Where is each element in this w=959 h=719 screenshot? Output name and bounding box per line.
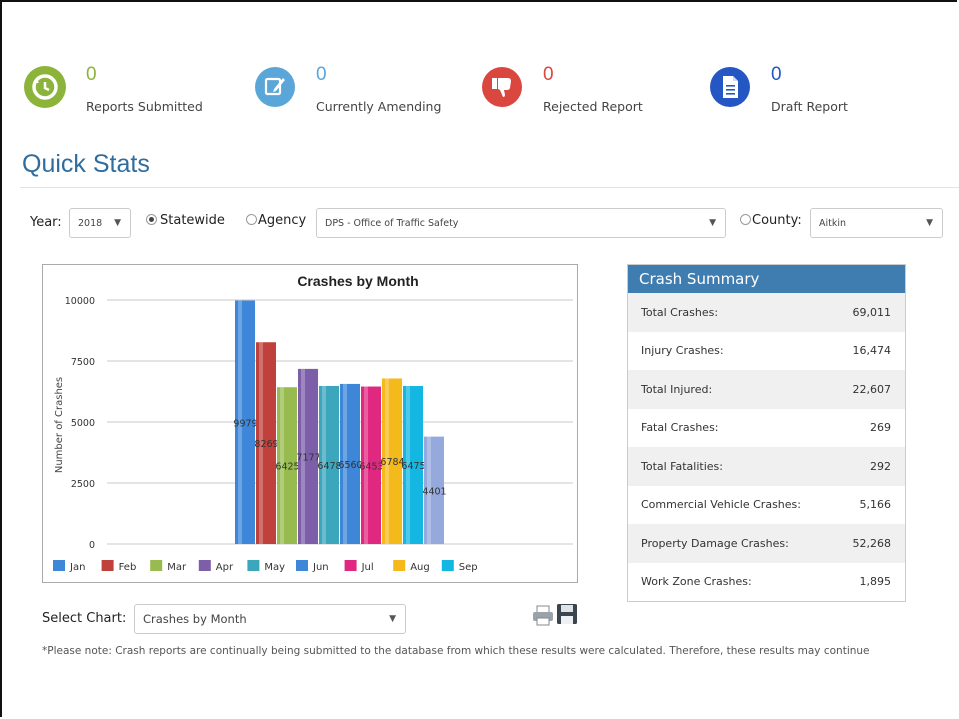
chevron-down-icon: ▼ [926, 218, 933, 228]
legend-swatch [198, 560, 211, 571]
stat-draft-report[interactable]: 0 Draft Report [709, 64, 869, 116]
summary-row-label: Total Fatalities: [641, 459, 723, 473]
chevron-down-icon: ▼ [114, 218, 121, 228]
legend-label[interactable]: Jan [69, 562, 85, 573]
agency-select[interactable]: DPS - Office of Traffic Safety ▼ [316, 208, 726, 238]
disclaimer-note: *Please note: Crash reports are continua… [42, 645, 870, 657]
legend-swatch [101, 560, 114, 571]
agency-radio[interactable] [246, 214, 257, 225]
summary-row-value: 269 [870, 421, 891, 435]
save-icon[interactable] [556, 603, 578, 625]
summary-row-label: Commercial Vehicle Crashes: [641, 498, 801, 512]
y-tick-label: 0 [89, 540, 95, 551]
crashes-chart: Crashes by Month Number of Crashes 0 2500… [42, 264, 578, 583]
county-select[interactable]: Aitkin ▼ [810, 208, 943, 238]
document-icon [709, 66, 751, 108]
chevron-down-icon: ▼ [709, 218, 716, 228]
stat-reports-submitted[interactable]: 0 Reports Submitted [24, 64, 214, 116]
summary-row-value: 22,607 [852, 382, 892, 396]
stat-label: Currently Amending [316, 99, 442, 114]
bar-chart: Crashes by Month Number of Crashes 0 2500… [53, 273, 573, 573]
agency-value: DPS - Office of Traffic Safety [325, 217, 459, 229]
summary-row: Total Crashes: 69,011 [628, 293, 905, 332]
stat-value: 0 [86, 64, 97, 85]
legend-label[interactable]: Feb [119, 562, 137, 573]
chevron-down-icon: ▼ [389, 614, 396, 624]
data-label: 4401 [422, 486, 446, 497]
summary-row: Commercial Vehicle Crashes: 5,166 [628, 486, 905, 525]
summary-row-label: Total Crashes: [641, 305, 719, 319]
legend-swatch [53, 560, 65, 571]
stat-value: 0 [771, 64, 782, 85]
year-label: Year: [30, 215, 62, 230]
summary-row-label: Work Zone Crashes: [641, 575, 752, 589]
legend-swatch [344, 560, 357, 571]
statewide-radio[interactable] [146, 214, 157, 225]
legend-label[interactable]: May [264, 562, 285, 573]
select-chart-dropdown[interactable]: Crashes by Month ▼ [134, 604, 406, 634]
legend-label[interactable]: Aug [410, 562, 430, 573]
summary-row: Property Damage Crashes: 52,268 [628, 524, 905, 563]
summary-row-label: Injury Crashes: [641, 344, 724, 358]
stat-rejected-report[interactable]: 0 Rejected Report [481, 64, 661, 116]
stat-label: Reports Submitted [86, 99, 203, 114]
select-chart-value: Crashes by Month [143, 612, 247, 626]
legend-label[interactable]: Jul [361, 562, 374, 573]
summary-row-label: Fatal Crashes: [641, 421, 719, 435]
stat-currently-amending[interactable]: 0 Currently Amending [254, 64, 454, 116]
year-select[interactable]: 2018 ▼ [69, 208, 131, 238]
stat-value: 0 [316, 64, 327, 85]
page-title: Quick Stats [22, 150, 150, 178]
legend-swatch [247, 560, 260, 571]
agency-label: Agency [258, 213, 307, 228]
history-icon [24, 66, 66, 108]
y-tick-label: 5000 [71, 418, 95, 429]
statewide-label: Statewide [160, 213, 225, 228]
county-radio[interactable] [740, 214, 751, 225]
y-tick-label: 2500 [71, 479, 95, 490]
summary-row: Injury Crashes: 16,474 [628, 332, 905, 371]
divider [20, 187, 959, 188]
legend-label[interactable]: Sep [459, 562, 478, 573]
summary-row: Fatal Crashes: 269 [628, 409, 905, 448]
year-value: 2018 [78, 217, 103, 229]
legend-label[interactable]: Apr [216, 562, 234, 573]
county-value: Aitkin [819, 217, 847, 229]
stat-label: Rejected Report [543, 99, 643, 114]
y-axis-label: Number of Crashes [54, 377, 65, 473]
legend-swatch [441, 560, 454, 571]
legend-swatch [393, 560, 406, 571]
summary-row: Work Zone Crashes: 1,895 [628, 563, 905, 602]
y-tick-label: 10000 [65, 296, 95, 307]
county-label: County: [752, 213, 802, 228]
y-tick-label: 7500 [71, 357, 95, 368]
chart-title: Crashes by Month [297, 273, 418, 289]
summary-row-value: 52,268 [852, 536, 892, 550]
data-label: 8269 [254, 439, 278, 450]
print-icon[interactable] [532, 604, 554, 626]
thumbs-down-icon [481, 66, 523, 108]
data-label: 9979 [233, 418, 257, 429]
legend-label[interactable]: Jun [312, 562, 329, 573]
crash-summary-panel: Crash Summary Total Crashes: 69,011 Injur… [627, 264, 906, 602]
summary-row-value: 292 [870, 459, 891, 473]
summary-row: Total Fatalities: 292 [628, 447, 905, 486]
summary-title: Crash Summary [628, 265, 905, 293]
summary-row: Total Injured: 22,607 [628, 370, 905, 409]
summary-row-value: 16,474 [852, 344, 892, 358]
legend-swatch [150, 560, 163, 571]
select-chart-label: Select Chart: [42, 611, 127, 626]
summary-row-value: 69,011 [852, 305, 892, 319]
stat-value: 0 [543, 64, 554, 85]
summary-row-label: Property Damage Crashes: [641, 536, 789, 550]
summary-row-label: Total Injured: [641, 382, 713, 396]
summary-row-value: 5,166 [859, 498, 892, 512]
data-label: 6475 [401, 461, 425, 472]
summary-row-value: 1,895 [859, 575, 892, 589]
legend-swatch [296, 560, 308, 571]
edit-icon [254, 66, 296, 108]
legend-label[interactable]: Mar [167, 562, 187, 573]
stat-label: Draft Report [771, 99, 848, 114]
